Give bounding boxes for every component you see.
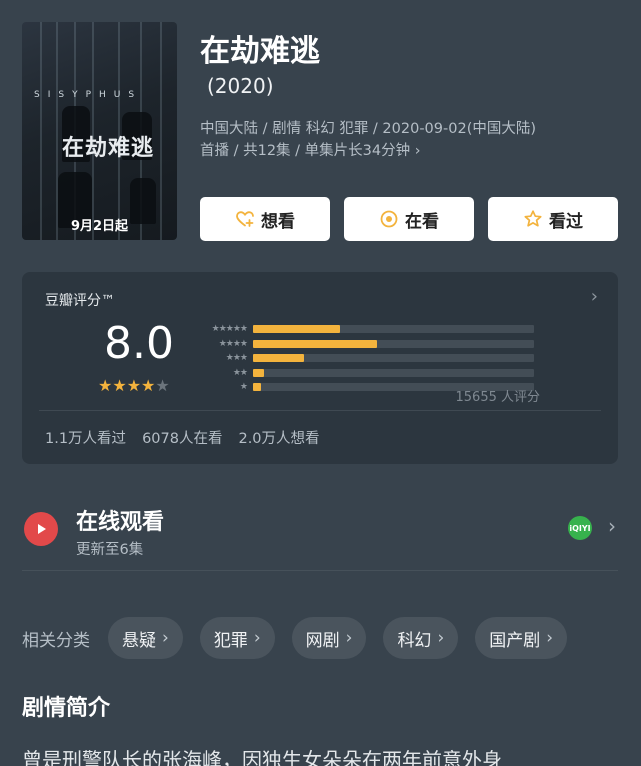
chevron-right-icon: › <box>608 514 616 538</box>
divider <box>22 570 618 571</box>
distribution-bar-fill <box>253 339 377 348</box>
tag-scifi[interactable]: 科幻 › <box>383 617 459 659</box>
rating-score: 8.0 <box>104 318 174 369</box>
tag-label: 国产剧 <box>489 630 541 651</box>
tag-suspense[interactable]: 悬疑 › <box>108 617 183 659</box>
distribution-row: ★★★★ <box>198 337 544 352</box>
distribution-stars-label: ★★★★ <box>218 338 248 349</box>
chevron-right-icon: › <box>437 628 445 648</box>
play-icon <box>24 512 58 546</box>
heart-plus-icon <box>235 209 255 229</box>
distribution-bar-track <box>253 354 534 363</box>
distribution-stars-label: ★★★★★ <box>211 324 248 335</box>
movie-detail-page: SISYPHUS 在劫难逃 9月2日起 在劫难逃 (2020) 中国大陆 / 剧… <box>0 0 641 766</box>
meta-line-2-text: 首播 / 共12集 / 单集片长34分钟 <box>200 143 411 159</box>
chevron-right-icon[interactable]: › <box>591 286 598 307</box>
star-filled-icon: ★ <box>98 376 113 395</box>
target-circle-icon <box>379 209 399 229</box>
star-empty-icon: ★ <box>155 376 170 395</box>
meta-line-2: 首播 / 共12集 / 单集片长34分钟 › <box>200 140 620 162</box>
online-watch-title: 在线观看 <box>76 510 165 535</box>
audience-stats: 1.1万人看过 6078人在看 2.0万人想看 <box>45 427 320 448</box>
distribution-bar-fill <box>253 354 304 363</box>
rating-distribution: ★★★★★ ★★★★ ★★★ ★★ ★ <box>198 322 544 395</box>
star-outline-icon <box>523 209 543 229</box>
tag-domestic-drama[interactable]: 国产剧 › <box>475 617 568 659</box>
chevron-right-icon: › <box>546 628 554 648</box>
watched-label: 看过 <box>549 211 583 232</box>
poster-image[interactable]: SISYPHUS 在劫难逃 9月2日起 <box>22 22 177 240</box>
rating-stars: ★★★★★ <box>98 376 170 395</box>
distribution-stars-label: ★ <box>239 382 248 393</box>
divider <box>39 410 601 411</box>
chevron-right-icon: › <box>414 143 421 159</box>
poster-title: 在劫难逃 <box>62 136 155 161</box>
watched-button[interactable]: 看过 <box>488 197 618 241</box>
stat-watched: 1.1万人看过 <box>45 431 127 447</box>
rating-card[interactable]: 豆瓣评分™ › 8.0 ★★★★★ ★★★★★ ★★★★ ★★★ ★★ ★ 15655 … <box>22 272 618 464</box>
meta-line-1: 中国大陆 / 剧情 科幻 犯罪 / 2020-09-02(中国大陆) <box>200 121 537 137</box>
want-to-watch-label: 想看 <box>261 211 295 232</box>
synopsis-text: 曾是刑警队长的张海峰，因独生女朵朵在两年前意外身 <box>22 748 502 766</box>
watching-button[interactable]: 在看 <box>344 197 474 241</box>
page-title: 在劫难逃 <box>200 34 320 69</box>
online-watch-row[interactable]: 在线观看 更新至6集 iQIYI › <box>22 502 618 572</box>
distribution-row: ★★★ <box>198 351 544 366</box>
related-categories: 相关分类 悬疑 › 犯罪 › 网剧 › 科幻 › 国产剧 › <box>22 616 584 660</box>
tag-label: 网剧 <box>305 630 340 651</box>
iqiyi-icon[interactable]: iQIYI <box>568 516 592 540</box>
tag-label: 悬疑 <box>122 630 156 651</box>
action-buttons: 想看 在看 看过 <box>200 197 618 241</box>
chevron-right-icon: › <box>162 628 169 648</box>
star-filled-icon: ★ <box>126 376 142 395</box>
poster-band-text: SISYPHUS <box>34 90 143 100</box>
tag-label: 科幻 <box>397 630 432 651</box>
distribution-bar-fill <box>253 383 262 392</box>
rating-count: 15655 人评分 <box>455 390 541 405</box>
distribution-stars-label: ★★ <box>232 367 248 378</box>
meta-info[interactable]: 中国大陆 / 剧情 科幻 犯罪 / 2020-09-02(中国大陆) 首播 / … <box>200 118 620 162</box>
star-filled-icon: ★ <box>141 376 156 395</box>
distribution-bar-fill <box>253 325 341 334</box>
distribution-stars-label: ★★★ <box>225 353 248 364</box>
tag-crime[interactable]: 犯罪 › <box>199 617 275 659</box>
stat-watching: 6078人在看 <box>142 431 223 447</box>
chevron-right-icon: › <box>345 628 353 648</box>
related-categories-label: 相关分类 <box>22 630 90 651</box>
star-filled-icon: ★ <box>112 376 127 395</box>
distribution-row: ★★ <box>198 366 544 381</box>
online-watch-subtitle: 更新至6集 <box>76 542 144 558</box>
want-to-watch-button[interactable]: 想看 <box>200 197 330 241</box>
distribution-bar-fill <box>253 368 265 377</box>
poster-date-caption: 9月2日起 <box>70 219 129 234</box>
distribution-row: ★★★★★ <box>198 322 544 337</box>
synopsis-title: 剧情简介 <box>22 696 111 721</box>
stat-want: 2.0万人想看 <box>238 431 320 447</box>
distribution-bar-track <box>253 339 534 348</box>
distribution-bar-track <box>253 368 534 377</box>
chevron-right-icon: › <box>253 628 261 648</box>
watching-label: 在看 <box>405 211 439 232</box>
tag-label: 犯罪 <box>213 630 248 651</box>
release-year: (2020) <box>207 74 274 98</box>
tag-web-series[interactable]: 网剧 › <box>291 617 367 659</box>
distribution-bar-track <box>253 325 534 334</box>
rating-card-title: 豆瓣评分™ <box>45 293 115 309</box>
